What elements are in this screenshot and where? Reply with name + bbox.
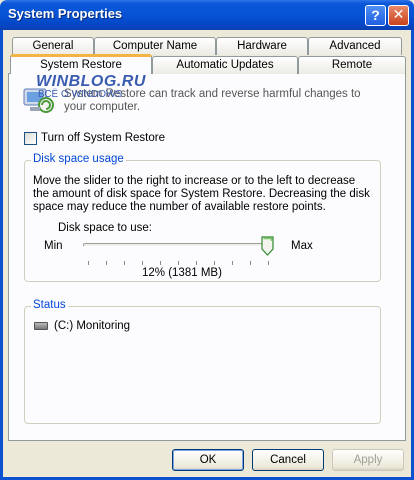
- close-button[interactable]: ✕: [388, 5, 409, 26]
- disk-space-slider-track[interactable]: [83, 243, 273, 247]
- disk-space-description: Move the slider to the right to increase…: [33, 175, 370, 213]
- watermark-line2: ВСЁ О WINDOWS: [38, 89, 123, 100]
- disk-space-legend: Disk space usage: [31, 153, 126, 165]
- slider-tick: [88, 261, 89, 265]
- slider-tick: [268, 261, 269, 265]
- help-button[interactable]: ?: [365, 5, 386, 26]
- disk-space-value: 12% (1381 MB): [142, 267, 222, 279]
- watermark-logo: WINBLOG.RU ВСЁ О WINDOWS: [36, 74, 146, 100]
- tab-computer-name[interactable]: Computer Name: [94, 37, 216, 55]
- slider-tick: [160, 261, 161, 265]
- slider-tick: [124, 261, 125, 265]
- tab-hardware[interactable]: Hardware: [216, 37, 308, 55]
- tab-general[interactable]: General: [12, 37, 94, 55]
- window-title: System Properties: [8, 6, 123, 21]
- slider-max-label: Max: [291, 240, 313, 252]
- slider-min-label: Min: [44, 240, 63, 252]
- slider-tick: [106, 261, 107, 265]
- slider-tick: [214, 261, 215, 265]
- slider-tick: [142, 261, 143, 265]
- disk-space-to-use-label: Disk space to use:: [58, 222, 152, 234]
- slider-tick: [178, 261, 179, 265]
- disk-space-slider-thumb[interactable]: [261, 236, 274, 256]
- drive-status[interactable]: (C:) Monitoring: [54, 320, 130, 332]
- watermark-line1: WINBLOG.RU: [36, 73, 146, 90]
- slider-tick: [250, 261, 251, 265]
- tab-advanced[interactable]: Advanced: [308, 37, 402, 55]
- slider-tick: [196, 261, 197, 265]
- status-legend: Status: [31, 299, 68, 311]
- tab-remote[interactable]: Remote: [298, 56, 406, 74]
- turn-off-restore-label[interactable]: Turn off System Restore: [41, 132, 165, 144]
- ok-button[interactable]: OK: [172, 449, 244, 471]
- apply-button[interactable]: Apply: [332, 449, 404, 471]
- title-bar: System Properties ? ✕: [0, 0, 414, 30]
- cancel-button[interactable]: Cancel: [252, 449, 324, 471]
- drive-icon: [34, 322, 48, 330]
- tab-system-restore[interactable]: System Restore: [10, 54, 152, 74]
- turn-off-restore-checkbox[interactable]: [24, 132, 37, 145]
- tab-automatic-updates[interactable]: Automatic Updates: [152, 56, 298, 74]
- slider-tick: [232, 261, 233, 265]
